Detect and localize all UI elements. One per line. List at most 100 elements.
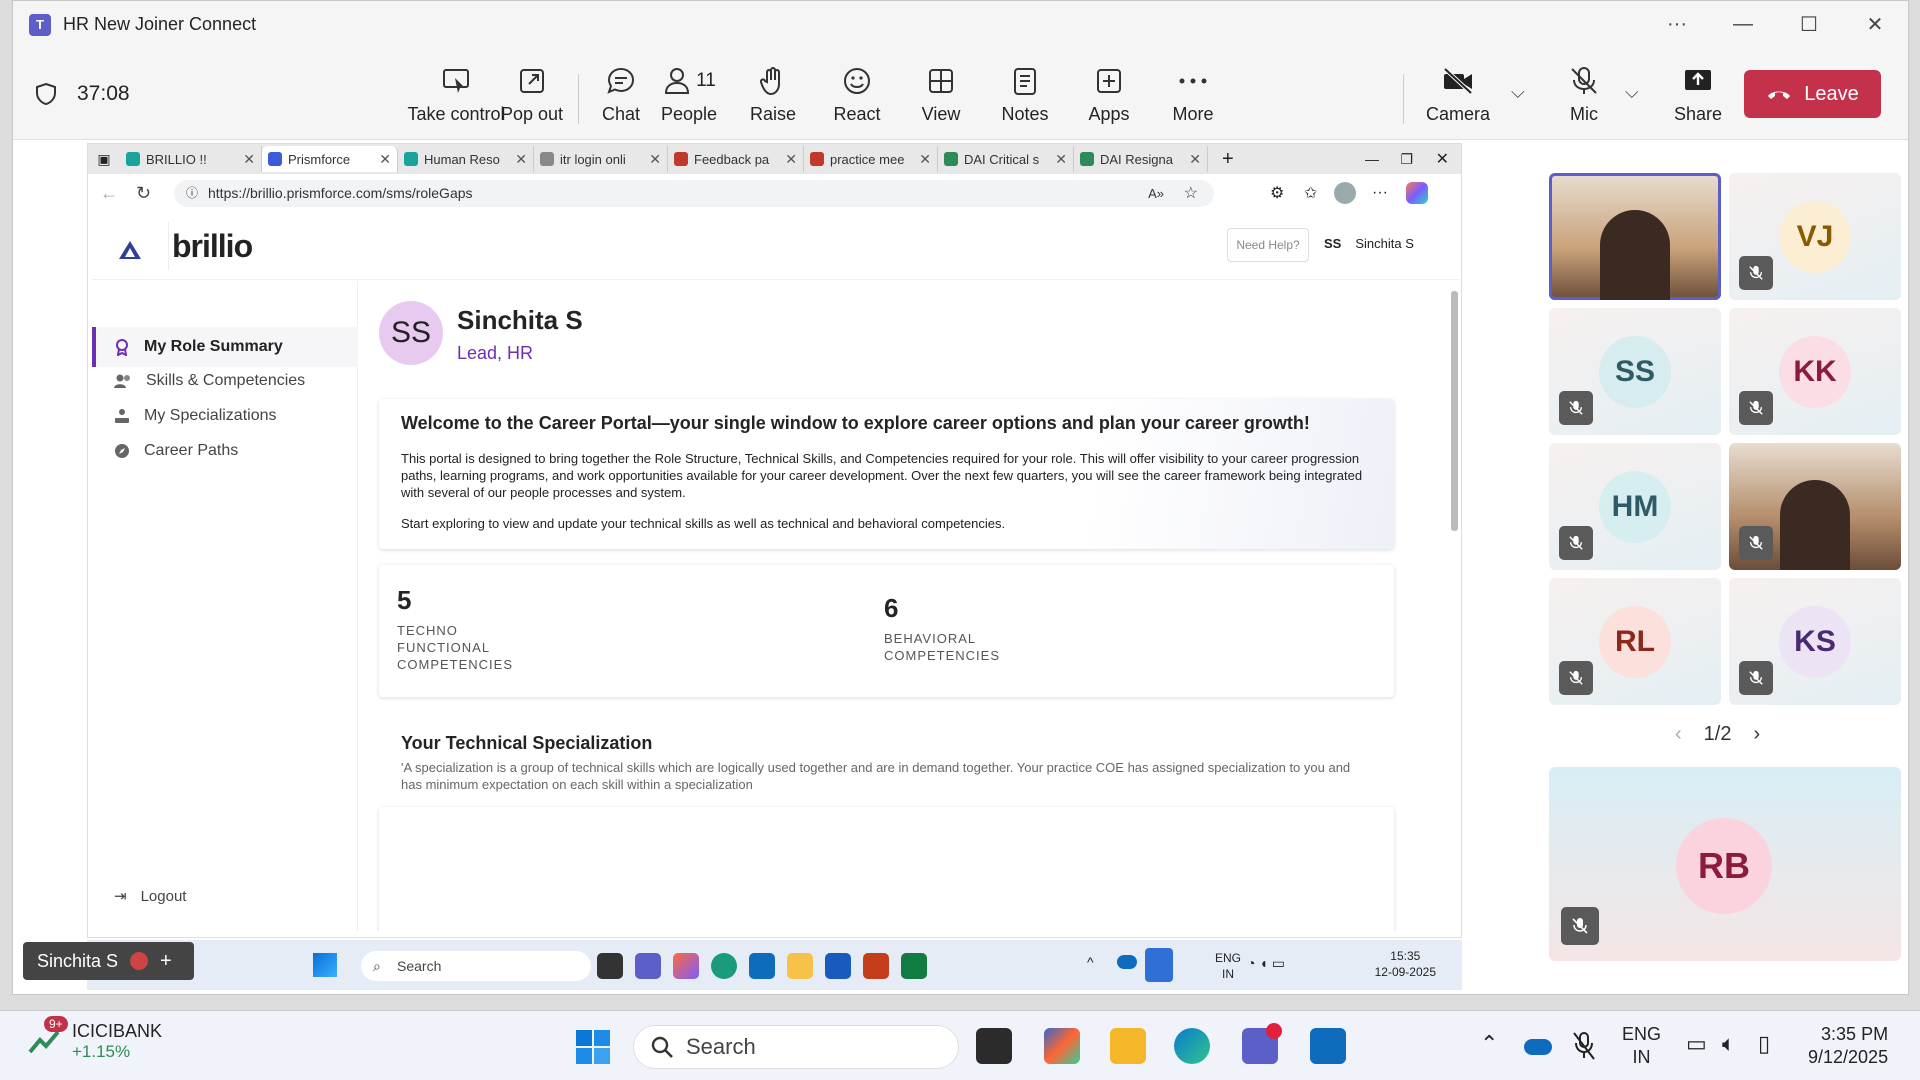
shared-word-icon[interactable]: [825, 953, 851, 979]
mic-options-chevron-icon[interactable]: ⌵: [1625, 82, 1639, 103]
participant-tile[interactable]: KS: [1729, 578, 1901, 705]
more-options-icon[interactable]: ···: [1644, 1, 1710, 48]
refresh-icon[interactable]: ↻: [136, 183, 151, 204]
browser-tab[interactable]: Human Reso ✕: [398, 146, 534, 172]
mic-button[interactable]: Mic: [1539, 60, 1629, 136]
volume-icon[interactable]: 🔈︎: [1722, 1031, 1735, 1057]
close-tab-icon[interactable]: ✕: [1055, 151, 1067, 168]
apps-button[interactable]: Apps: [1064, 60, 1154, 136]
browser-tab[interactable]: Feedback pa ✕: [668, 146, 804, 172]
browser-menu-icon[interactable]: ···: [1372, 184, 1388, 202]
behavioral-stat[interactable]: 6 BEHAVIORAL COMPETENCIES: [884, 593, 1000, 664]
leave-button[interactable]: Leave: [1744, 70, 1881, 118]
page-scrollbar[interactable]: [1451, 291, 1458, 531]
show-hidden-icons-chevron-icon[interactable]: ⌃: [1480, 1031, 1498, 1057]
close-tab-icon[interactable]: ✕: [919, 151, 931, 168]
nav-my-specializations[interactable]: My Specializations: [92, 396, 358, 436]
react-button[interactable]: React: [812, 60, 902, 136]
add-icon[interactable]: +: [160, 950, 172, 973]
battery-icon[interactable]: ▯: [1758, 1031, 1770, 1057]
nav-skills-competencies[interactable]: Skills & Competencies: [92, 361, 358, 401]
shared-copilot-icon[interactable]: [673, 953, 699, 979]
close-tab-icon[interactable]: ✕: [785, 151, 797, 168]
new-tab-button[interactable]: +: [1222, 148, 1234, 171]
participant-tile[interactable]: [1729, 443, 1901, 570]
shared-explorer-icon[interactable]: [787, 953, 813, 979]
shared-excel-icon[interactable]: [901, 953, 927, 979]
task-view-icon[interactable]: [976, 1028, 1012, 1064]
shared-powerpoint-icon[interactable]: [863, 953, 889, 979]
shared-teams-icon[interactable]: [635, 953, 661, 979]
participant-tile[interactable]: RL: [1549, 578, 1721, 705]
favorite-star-icon[interactable]: ☆: [1184, 180, 1198, 207]
share-button[interactable]: Share: [1653, 60, 1743, 136]
shared-edge-icon[interactable]: [711, 953, 737, 979]
participant-tile[interactable]: [1549, 173, 1721, 300]
browser-restore-button[interactable]: ❐: [1400, 151, 1413, 168]
maximize-button[interactable]: ☐: [1776, 1, 1842, 48]
shared-wifi-icon[interactable]: ◔ ◖ ▭: [1247, 955, 1285, 972]
shared-mic-indicator-icon[interactable]: [1145, 948, 1173, 982]
participant-tile[interactable]: KK: [1729, 308, 1901, 435]
m365-icon[interactable]: [1044, 1028, 1080, 1064]
shared-onedrive-icon[interactable]: [1117, 955, 1137, 969]
minimize-button[interactable]: —: [1710, 1, 1776, 48]
camera-options-chevron-icon[interactable]: ⌵: [1511, 82, 1525, 103]
browser-tab[interactable]: practice mee ✕: [804, 146, 938, 172]
pop-out-button[interactable]: Pop out: [487, 60, 577, 136]
self-video-tile[interactable]: RB: [1549, 767, 1901, 961]
more-button[interactable]: More: [1148, 60, 1238, 136]
taskbar-clock[interactable]: 3:35 PM 9/12/2025: [1808, 1023, 1888, 1069]
back-icon[interactable]: ←: [100, 183, 118, 204]
file-explorer-icon[interactable]: [1110, 1028, 1146, 1064]
shared-start-icon[interactable]: [313, 953, 337, 977]
edge-icon[interactable]: [1174, 1028, 1210, 1064]
participant-tile[interactable]: HM: [1549, 443, 1721, 570]
view-button[interactable]: View: [896, 60, 986, 136]
close-tab-icon[interactable]: ✕: [243, 151, 255, 168]
shared-clock[interactable]: 15:35 12-09-2025: [1375, 948, 1436, 980]
browser-close-button[interactable]: ✕: [1436, 149, 1449, 169]
close-tab-icon[interactable]: ✕: [1189, 151, 1201, 168]
need-help-button[interactable]: Need Help?: [1227, 228, 1309, 262]
extensions-icon[interactable]: ⚙: [1270, 183, 1284, 203]
close-tab-icon[interactable]: ✕: [515, 151, 527, 168]
tab-actions-icon[interactable]: ▣: [88, 151, 120, 168]
mic-muted-tray-icon[interactable]: [1572, 1031, 1596, 1061]
browser-tab[interactable]: itr login onli ✕: [534, 146, 668, 172]
raise-hand-button[interactable]: Raise: [728, 60, 818, 136]
network-icon[interactable]: ▭: [1686, 1031, 1707, 1057]
techno-functional-stat[interactable]: 5 TECHNO FUNCTIONAL COMPETENCIES: [397, 585, 513, 673]
favorites-icon[interactable]: ✩: [1304, 183, 1317, 203]
browser-minimize-button[interactable]: —: [1365, 151, 1379, 167]
browser-tab[interactable]: BRILLIO !! ✕: [120, 146, 262, 172]
next-page-icon[interactable]: ›: [1753, 723, 1760, 746]
profile-avatar-icon[interactable]: [1334, 182, 1356, 204]
site-info-icon[interactable]: ⓘ: [186, 180, 198, 207]
participant-tile[interactable]: SS: [1549, 308, 1721, 435]
nav-career-paths[interactable]: Career Paths: [92, 431, 358, 471]
stock-widget[interactable]: 9+ ICICIBANK +1.15%: [26, 1015, 162, 1062]
shared-search-box[interactable]: ⌕ Search: [361, 951, 591, 981]
browser-tab[interactable]: DAI Resigna ✕: [1074, 146, 1208, 172]
outlook-icon[interactable]: [1310, 1028, 1346, 1064]
language-indicator[interactable]: ENG IN: [1622, 1023, 1661, 1069]
taskbar-search-box[interactable]: Search: [633, 1025, 959, 1069]
windows-start-icon[interactable]: [575, 1029, 611, 1065]
shared-language-indicator[interactable]: ENG IN: [1215, 950, 1241, 982]
url-input[interactable]: ⓘ https://brillio.prismforce.com/sms/rol…: [174, 180, 1214, 207]
close-tab-icon[interactable]: ✕: [649, 151, 661, 168]
copilot-icon[interactable]: [1406, 182, 1428, 204]
shared-tray-chevron-icon[interactable]: ^: [1087, 954, 1094, 970]
close-tab-icon[interactable]: ✕: [379, 151, 391, 168]
previous-page-icon[interactable]: ‹: [1675, 723, 1682, 746]
participant-tile[interactable]: VJ: [1729, 173, 1901, 300]
onedrive-icon[interactable]: [1524, 1039, 1552, 1055]
shared-outlook-icon[interactable]: [749, 953, 775, 979]
user-menu[interactable]: SS Sinchita S: [1324, 236, 1414, 251]
shared-taskview-icon[interactable]: [597, 953, 623, 979]
people-button[interactable]: 11 People: [644, 60, 734, 136]
camera-button[interactable]: Camera: [1413, 60, 1503, 136]
close-button[interactable]: ✕: [1842, 1, 1908, 48]
browser-tab[interactable]: Prismforce ✕: [262, 146, 398, 172]
